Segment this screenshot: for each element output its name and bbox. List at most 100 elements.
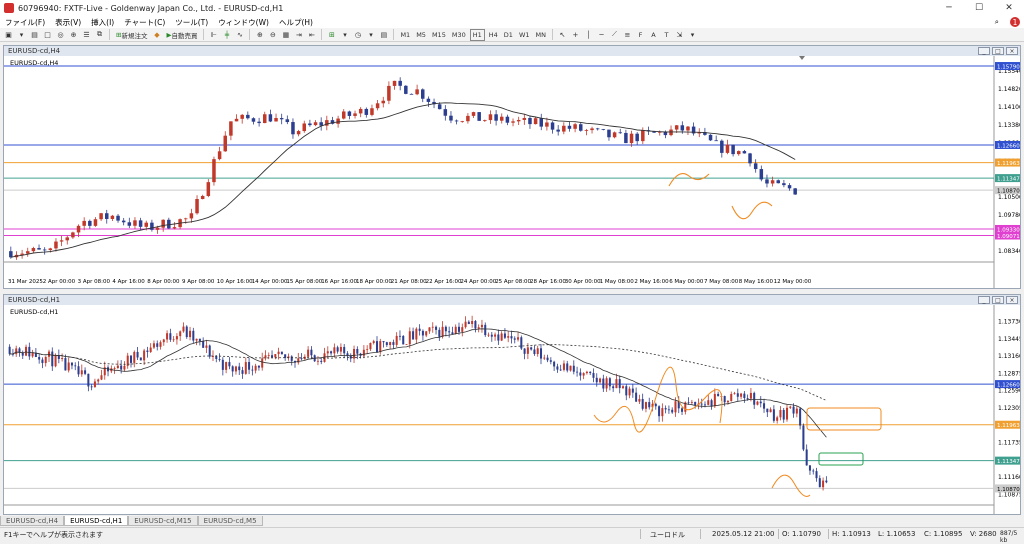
h1-chart-window[interactable]: EURUSD-cd,H1 _ □ × EURUSD-cd,H1 1.13730 1.… <box>3 294 1024 516</box>
h4-chart[interactable]: EURUSD-cd,H41.155401.148201.141001.13380… <box>4 56 1024 288</box>
arrows-dropdown-icon[interactable]: ▾ <box>687 29 698 41</box>
menu-item-3[interactable]: チャート(C) <box>119 17 170 28</box>
arrows-icon[interactable]: ⇲ <box>674 29 685 41</box>
market-watch-icon[interactable]: □ <box>42 29 53 41</box>
h4-candle-body <box>358 108 363 114</box>
new-chart-dropdown-icon[interactable]: ▾ <box>16 29 27 41</box>
vertical-line-icon[interactable]: │ <box>583 29 594 41</box>
chart-tab-1[interactable]: EURUSD-cd,H1 <box>64 516 129 526</box>
timeframe-d1[interactable]: D1 <box>502 29 515 41</box>
periods-icon[interactable]: ◷ <box>352 29 363 41</box>
h1-window-header[interactable]: EURUSD-cd,H1 _ □ × <box>4 295 1020 305</box>
h1-candle-body <box>412 331 415 340</box>
minimize-button[interactable]: ─ <box>934 0 964 16</box>
new-order-button[interactable]: ⊞ 新規注文 <box>114 29 149 41</box>
indicators-icon[interactable]: ⊞ <box>326 29 337 41</box>
templates-icon[interactable]: ▤ <box>378 29 389 41</box>
h1-candle-body <box>185 326 188 338</box>
h4-restore-button[interactable]: □ <box>992 47 1004 55</box>
h4-chart-area[interactable]: EURUSD-cd,H41.155401.148201.141001.13380… <box>4 56 1024 290</box>
data-window-icon[interactable]: ◎ <box>55 29 66 41</box>
label-icon[interactable]: T <box>661 29 672 41</box>
menu-item-1[interactable]: 表示(V) <box>50 17 86 28</box>
h1-chart-area[interactable]: EURUSD-cd,H1 1.13730 1.13445 1.13160 1.12875… <box>4 305 1024 516</box>
line-chart-icon[interactable]: ∿ <box>234 29 245 41</box>
cursor-icon[interactable]: ↖ <box>557 29 568 41</box>
metaeditor-icon[interactable]: ◆ <box>151 29 162 41</box>
h1-restore-button[interactable]: □ <box>992 296 1004 304</box>
h1-candle-body <box>507 336 510 338</box>
h4-candle-body <box>189 213 194 219</box>
h1-candle-body <box>638 399 641 402</box>
h4-candle-body <box>409 93 414 95</box>
zoom-in-icon[interactable]: ⊕ <box>254 29 265 41</box>
h1-candle-body <box>61 358 64 360</box>
menu-item-0[interactable]: ファイル(F) <box>0 17 50 28</box>
h1-candle-body <box>402 335 405 345</box>
h1-candle-body <box>717 393 720 397</box>
navigator-icon[interactable]: ⊕ <box>68 29 79 41</box>
h1-candle-body <box>297 358 300 363</box>
terminal-icon[interactable]: ☰ <box>81 29 92 41</box>
h1-chart[interactable]: EURUSD-cd,H1 1.13730 1.13445 1.13160 1.12875… <box>4 305 1024 514</box>
profiles-icon[interactable]: ▤ <box>29 29 40 41</box>
trendline-icon[interactable]: ⟋ <box>609 29 620 41</box>
fibonacci-icon[interactable]: F <box>635 29 646 41</box>
h4-chart-window[interactable]: EURUSD-cd,H4 _ □ × EURUSD-cd,H41.155401.… <box>3 45 1024 290</box>
new-chart-icon[interactable]: ▣ <box>3 29 14 41</box>
crosshair-icon[interactable]: + <box>570 29 581 41</box>
h4-price-tick-8: 1.09780 <box>998 212 1020 219</box>
h4-minimize-button[interactable]: _ <box>978 47 990 55</box>
chart-tab-2[interactable]: EURUSD-cd,M15 <box>128 516 198 526</box>
h4-candle-body <box>573 124 577 129</box>
indicators-dropdown-icon[interactable]: ▾ <box>339 29 350 41</box>
h1-candle-body <box>231 366 234 372</box>
autoscroll-icon[interactable]: ⇥ <box>293 29 304 41</box>
h1-close-button[interactable]: × <box>1006 296 1018 304</box>
h1-hline-label-orange: 1.11963 <box>997 423 1020 429</box>
timeframe-h1[interactable]: H1 <box>469 28 485 41</box>
timeframe-m1[interactable]: M1 <box>398 29 412 41</box>
timeframe-m15[interactable]: M15 <box>430 29 448 41</box>
timeframe-mn[interactable]: MN <box>534 29 548 41</box>
timeframe-m30[interactable]: M30 <box>450 29 468 41</box>
h4-window-header[interactable]: EURUSD-cd,H4 _ □ × <box>4 46 1020 56</box>
h1-minimize-button[interactable]: _ <box>978 296 990 304</box>
h4-candle-body <box>71 232 75 238</box>
menu-item-5[interactable]: ウィンドウ(W) <box>213 17 274 28</box>
h1-candle-body <box>339 346 342 352</box>
h1-candle-body <box>375 341 379 353</box>
h1-candle-body <box>8 346 11 354</box>
chart-tab-0[interactable]: EURUSD-cd,H4 <box>0 516 65 526</box>
close-button[interactable]: ✕ <box>994 0 1024 16</box>
chart-shift-icon[interactable]: ⇤ <box>306 29 317 41</box>
h4-candle-body <box>217 151 222 160</box>
maximize-button[interactable]: ☐ <box>964 0 994 16</box>
h1-candle-body <box>25 346 28 356</box>
timeframe-h4[interactable]: H4 <box>487 29 500 41</box>
tile-icon[interactable]: ▦ <box>280 29 291 41</box>
text-icon[interactable]: A <box>648 29 659 41</box>
zoom-out-icon[interactable]: ⊖ <box>267 29 278 41</box>
channel-icon[interactable]: ≡ <box>622 29 633 41</box>
h4-close-button[interactable]: × <box>1006 47 1018 55</box>
notification-badge[interactable]: 1 <box>1010 17 1020 27</box>
horizontal-line-icon[interactable]: ─ <box>596 29 607 41</box>
h4-candle-body <box>579 124 583 131</box>
tester-icon[interactable]: ⧉ <box>94 29 105 41</box>
menu-item-4[interactable]: ツール(T) <box>170 17 213 28</box>
timeframe-w1[interactable]: W1 <box>517 29 532 41</box>
h4-candle-body <box>319 122 323 126</box>
timeframe-m5[interactable]: M5 <box>414 29 428 41</box>
bar-chart-icon[interactable]: ⊩ <box>208 29 219 41</box>
h4-hline-label-blue-top: 1.15790 <box>997 65 1020 71</box>
search-icon[interactable]: ⌕ <box>990 17 1004 27</box>
chart-tab-3[interactable]: EURUSD-cd,M5 <box>197 516 263 526</box>
h1-candle-body <box>349 355 352 359</box>
candle-chart-icon[interactable]: ╪ <box>221 29 232 41</box>
menu-item-2[interactable]: 挿入(I) <box>86 17 119 28</box>
periods-dropdown-icon[interactable]: ▾ <box>365 29 376 41</box>
menu-item-6[interactable]: ヘルプ(H) <box>274 17 318 28</box>
auto-trade-button[interactable]: ▶ 自動売買 <box>164 29 199 41</box>
h1-candle-body <box>415 328 418 340</box>
